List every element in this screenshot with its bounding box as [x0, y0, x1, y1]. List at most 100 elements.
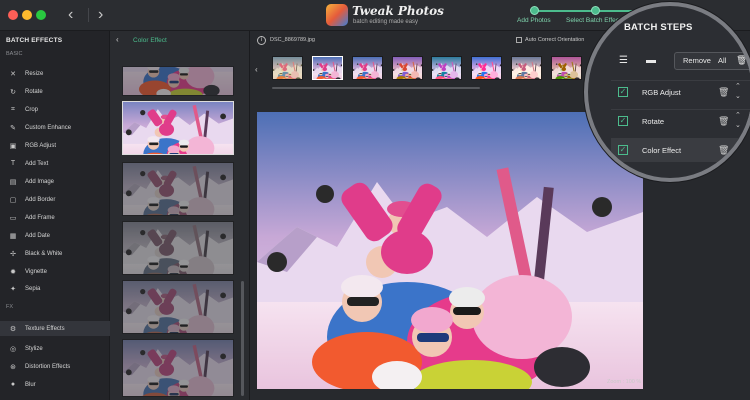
strip-thumbnail[interactable]	[352, 56, 383, 80]
section-fx: FX	[6, 304, 14, 310]
forward-icon[interactable]: ›	[98, 6, 103, 24]
step-checkbox[interactable]: ✓	[618, 116, 628, 126]
rotate-icon: ↻	[10, 88, 16, 96]
effect-item-crop[interactable]: ⌗ Crop	[0, 102, 110, 117]
rgb-icon: ▣	[9, 142, 17, 150]
effect-item-sepia[interactable]: ✦ Sepia	[0, 281, 110, 296]
effect-label: Add Frame	[25, 214, 55, 221]
effect-label: Add Image	[25, 178, 55, 185]
effect-item-vignette[interactable]: ✹ Vignette	[0, 264, 110, 279]
close-window-button[interactable]	[8, 10, 18, 20]
effect-label: Resize	[25, 70, 44, 77]
strip-thumbnail[interactable]	[431, 56, 462, 80]
distortion-icon: ⊛	[10, 363, 16, 371]
effect-item-stylize[interactable]: ◎ Stylize	[0, 341, 110, 356]
sepia-icon: ✦	[10, 285, 16, 293]
step-label: RGB Adjust	[642, 88, 681, 97]
batch-step-row[interactable]: ✓ Rotate 🗑 ⌃ ⌄	[611, 109, 750, 133]
effect-item-add-border[interactable]: ▢ Add Border	[0, 192, 110, 207]
effect-label: Add Border	[25, 196, 56, 203]
list-view-icon[interactable]: ☰	[619, 55, 628, 66]
effect-item-rgb-adjust[interactable]: ▣ RGB Adjust	[0, 138, 110, 153]
batch-effects-title: BATCH EFFECTS	[6, 37, 63, 44]
step-checkbox[interactable]: ✓	[618, 87, 628, 97]
reorder-icon[interactable]: ⌃ ⌄	[735, 111, 741, 131]
trash-icon[interactable]: 🗑	[718, 116, 729, 127]
effect-label: Rotate	[25, 88, 43, 95]
trash-icon[interactable]: 🗑	[718, 87, 729, 98]
file-name: DSC_8869789.jpg	[270, 37, 315, 43]
strip-thumbnail[interactable]	[511, 56, 542, 80]
border-icon: ▢	[9, 196, 17, 204]
batch-step-row[interactable]: ✓ RGB Adjust 🗑 ⌃ ⌄	[611, 80, 750, 104]
effect-label: Blur	[25, 381, 36, 388]
back-icon[interactable]: ‹	[116, 35, 119, 44]
effect-item-add-frame[interactable]: ▭ Add Frame	[0, 210, 110, 225]
grid-view-icon[interactable]: ▬	[646, 55, 656, 66]
auto-correct-label: Auto Correct Orientation	[525, 37, 585, 43]
thumbnail-scrollbar[interactable]	[241, 281, 244, 396]
strip-thumbnail[interactable]	[551, 56, 582, 80]
effect-item-add-date[interactable]: ▦ Add Date	[0, 228, 110, 243]
effect-item-custom-enhance[interactable]: ✎ Custom Enhance	[0, 120, 110, 135]
effect-thumbnail[interactable]	[122, 339, 234, 397]
section-basic: BASIC	[6, 51, 23, 57]
resize-icon: ✕	[10, 70, 16, 78]
effect-item-add-text[interactable]: T Add Text	[0, 156, 110, 171]
main-photo-preview	[257, 112, 643, 389]
zoom-window-button[interactable]	[36, 10, 46, 20]
nav-separator	[88, 8, 89, 22]
frame-icon: ▭	[9, 214, 17, 222]
step-label-add-photos[interactable]: Add Photos	[517, 17, 551, 24]
strip-thumbnail[interactable]	[471, 56, 502, 80]
effect-item-blur[interactable]: ● Blur	[0, 377, 110, 392]
step-checkbox[interactable]: ✓	[618, 145, 628, 155]
blur-icon: ●	[10, 381, 16, 388]
effect-label: Add Date	[25, 232, 51, 239]
effect-thumbnail[interactable]	[122, 221, 234, 275]
auto-correct-checkbox[interactable]	[516, 37, 522, 43]
step-dot-add-photos[interactable]	[530, 6, 539, 15]
strip-scrollbar[interactable]	[272, 87, 480, 89]
app-tagline: batch editing made easy	[353, 19, 419, 25]
strip-thumbnail[interactable]	[392, 56, 423, 80]
batch-effects-panel: BATCH EFFECTS BASIC ✕ Resize ↻ Rotate ⌗ Cro…	[0, 31, 110, 400]
date-icon: ▦	[9, 232, 17, 240]
effect-item-add-image[interactable]: ▤ Add Image	[0, 174, 110, 189]
text-icon: T	[10, 160, 16, 167]
effect-thumbnail[interactable]	[122, 66, 234, 96]
effect-item-black-white[interactable]: ✢ Black & White	[0, 246, 110, 261]
strip-thumbnail[interactable]	[272, 56, 303, 80]
strip-prev-icon[interactable]: ‹	[255, 65, 258, 74]
effect-label: Vignette	[25, 268, 47, 275]
effect-thumbnail[interactable]	[122, 162, 234, 216]
effect-label: Sepia	[25, 285, 41, 292]
back-icon[interactable]: ‹	[68, 6, 73, 24]
effect-item-distortion-effects[interactable]: ⊛ Distortion Effects	[0, 359, 110, 374]
effect-label: Add Text	[25, 160, 49, 167]
reorder-icon[interactable]: ⌃ ⌄	[735, 82, 741, 102]
effect-label: Stylize	[25, 345, 43, 352]
effect-thumbnail-selected[interactable]	[122, 101, 234, 155]
image-icon: ▤	[9, 178, 17, 186]
effect-label: Texture Effects	[25, 325, 65, 332]
effect-item-rotate[interactable]: ↻ Rotate	[0, 84, 110, 99]
step-dot-batch-effects[interactable]	[591, 6, 600, 15]
bw-icon: ✢	[10, 250, 16, 258]
reorder-icon[interactable]: ⌃	[735, 140, 741, 150]
effect-thumbnail[interactable]	[122, 280, 234, 334]
effect-item-resize[interactable]: ✕ Resize	[0, 66, 110, 81]
info-icon[interactable]: i	[257, 36, 266, 45]
effect-item-texture-effects[interactable]: ⚙ Texture Effects	[0, 321, 110, 336]
batch-step-row-selected[interactable]: ✓ Color Effect 🗑 ⌃	[611, 138, 750, 162]
minimize-window-button[interactable]	[22, 10, 32, 20]
trash-icon[interactable]: 🗑	[736, 55, 747, 66]
zoom-level: Zoom : 100 %	[607, 379, 642, 385]
strip-thumbnail-selected[interactable]	[312, 56, 343, 80]
effect-label: Black & White	[25, 250, 63, 257]
vignette-icon: ✹	[10, 268, 16, 276]
texture-icon: ⚙	[9, 325, 17, 333]
batch-steps-panel: BATCH STEPS ☰ ▬ Remove All 🗑 ✓ RGB Adjus…	[584, 2, 750, 182]
app-name: Tweak Photos	[352, 4, 444, 18]
trash-icon[interactable]: 🗑	[718, 145, 729, 156]
